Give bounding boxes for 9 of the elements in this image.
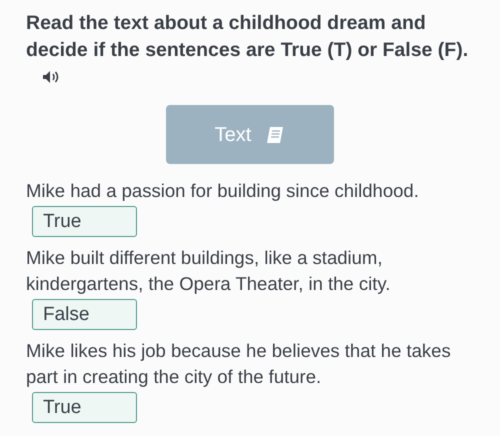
statement-text: Mike had a passion for building since childhood. xyxy=(26,179,420,203)
answer-field[interactable]: False xyxy=(32,299,137,330)
answer-field[interactable]: True xyxy=(32,206,137,237)
statement-text: Mike likes his job because he believes that he takes part in creating the city of the future. xyxy=(26,339,452,389)
statement-text: Mike built different buildings, like a stadium, kindergartens, the Opera Theater, in the city. xyxy=(26,246,392,296)
instruction-text: Read the text about a childhood dream and decide if the sentences are True (T) or False (F). xyxy=(26,10,476,91)
speaker-icon[interactable] xyxy=(42,70,60,84)
answer-field[interactable]: True xyxy=(32,392,137,423)
book-icon xyxy=(265,124,286,144)
